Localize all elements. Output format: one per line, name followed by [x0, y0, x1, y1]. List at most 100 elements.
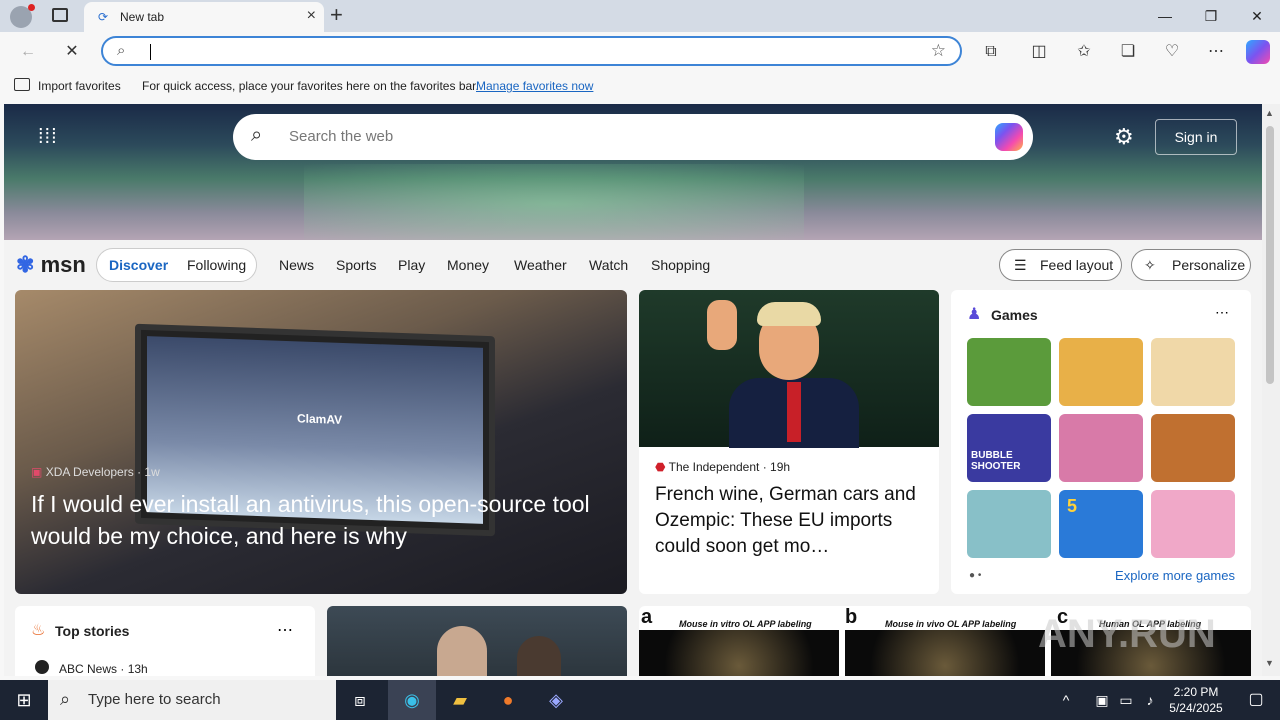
game-tile-1[interactable] — [967, 338, 1051, 406]
web-search-box[interactable]: ⌕ Search the web — [233, 114, 1033, 160]
tab-actions-icon[interactable] — [52, 8, 68, 22]
copilot-icon[interactable] — [995, 123, 1023, 151]
restore-button[interactable]: ❐ — [1188, 0, 1234, 32]
stop-loading-icon[interactable]: ✕ — [60, 40, 84, 64]
edge-icon[interactable]: ◉ — [388, 680, 436, 720]
nav-play[interactable]: Play — [398, 257, 425, 273]
firefox-icon[interactable]: ● — [484, 680, 532, 720]
scroll-thumb[interactable] — [1266, 126, 1274, 384]
person-image — [437, 626, 487, 676]
favorites-icon[interactable]: ✩ — [1072, 40, 1096, 64]
person-tie — [787, 382, 801, 442]
import-favorites-button[interactable]: Import favorites — [38, 79, 121, 93]
nav-watch[interactable]: Watch — [589, 257, 628, 273]
taskbar-search[interactable]: ⌕ Type here to search — [48, 680, 336, 720]
taskbar-search-placeholder: Type here to search — [88, 691, 221, 708]
browser-essentials-icon[interactable]: ♡ — [1160, 40, 1184, 64]
game-tile-4[interactable]: BUBBLE SHOOTER — [967, 414, 1051, 482]
sliders-icon: ☰ — [1014, 257, 1027, 273]
story-image — [639, 290, 939, 448]
copilot-icon[interactable] — [1246, 40, 1270, 64]
text-cursor — [150, 44, 151, 60]
game-tile-8[interactable]: 5 — [1059, 490, 1143, 558]
feed-layout-button[interactable]: ☰ Feed layout — [999, 249, 1122, 281]
main-story-card[interactable]: ClamAV ▣ XDA Developers · 1w If I would … — [15, 290, 627, 594]
search-icon: ⌕ — [60, 689, 71, 709]
panel-label-b: b — [845, 606, 858, 628]
micrograph-b — [845, 630, 1045, 676]
start-windows-icon[interactable]: ⊞ — [0, 680, 48, 720]
nav-news[interactable]: News — [279, 257, 314, 273]
minimize-button[interactable]: — — [1142, 0, 1188, 32]
device-icon[interactable]: ▣ — [1090, 680, 1114, 720]
navigation-bar: ← ✕ ⌕ ☆ ⧉ ◫ ✩ ❏ ♡ ⋯ — [0, 32, 1280, 72]
games-title: Games — [991, 307, 1038, 323]
msn-nav: ✾ msn Discover Following News Sports Pla… — [4, 240, 1262, 290]
story-source: ⬣ The Independent · 19h — [655, 460, 791, 474]
micrograph-a — [639, 630, 839, 676]
loading-icon: ⟳ — [98, 10, 109, 24]
notifications-icon[interactable]: ▢ — [1232, 680, 1280, 720]
vpn-app-icon[interactable]: ◈ — [532, 680, 580, 720]
back-icon[interactable]: ← — [16, 40, 40, 64]
import-favorites-icon[interactable] — [14, 78, 30, 91]
story-age: 19h — [770, 460, 791, 474]
scroll-up-icon[interactable]: ▲ — [1265, 108, 1274, 118]
main-headline[interactable]: If I would ever install an antivirus, th… — [31, 488, 611, 552]
extensions-icon[interactable]: ⧉ — [979, 40, 1003, 64]
source-logo-icon: ▣ — [31, 465, 43, 479]
personalize-label: Personalize — [1172, 257, 1246, 273]
story-source: ABC News · 13h — [59, 662, 148, 676]
game-tile-3[interactable] — [1151, 338, 1235, 406]
settings-gear-icon[interactable]: ⚙ — [1114, 124, 1134, 150]
more-icon[interactable]: ⋯ — [1215, 304, 1229, 321]
second-headline[interactable]: French wine, German cars and Ozempic: Th… — [655, 482, 927, 560]
nav-shopping[interactable]: Shopping — [651, 257, 710, 273]
more-options-icon[interactable]: ⋯ — [1204, 40, 1228, 64]
scroll-down-icon[interactable]: ▼ — [1265, 658, 1274, 668]
manage-favorites-link[interactable]: Manage favorites now — [476, 79, 593, 93]
page-scrollbar[interactable]: ▲ ▼ — [1262, 104, 1280, 676]
game-tile-2[interactable] — [1059, 338, 1143, 406]
split-screen-icon[interactable]: ◫ — [1027, 40, 1051, 64]
close-tab-icon[interactable]: × — [307, 7, 316, 25]
network-icon[interactable]: ▭ — [1114, 680, 1138, 720]
abc-logo-icon — [35, 660, 49, 674]
sign-in-button[interactable]: Sign in — [1155, 119, 1237, 155]
favorite-star-icon[interactable]: ☆ — [931, 41, 946, 61]
msn-logo[interactable]: ✾ msn — [16, 252, 86, 278]
pager-dots[interactable]: ● • — [969, 570, 981, 581]
collections-icon[interactable]: ❏ — [1116, 40, 1140, 64]
personalize-button[interactable]: ✧ Personalize — [1131, 249, 1251, 281]
show-hidden-icons[interactable]: ^ — [1054, 680, 1078, 720]
panel-caption-b: Mouse in vivo OL APP labeling — [885, 619, 1017, 629]
second-story-card[interactable]: ⬣ The Independent · 19h French wine, Ger… — [639, 290, 939, 594]
game-tile-5[interactable] — [1059, 414, 1143, 482]
address-bar[interactable]: ⌕ ☆ — [101, 36, 962, 66]
apps-launcher-icon[interactable]: ⁞⁞⁞ — [38, 126, 58, 149]
nav-sports[interactable]: Sports — [336, 257, 376, 273]
file-explorer-icon[interactable]: ▰ — [436, 680, 484, 720]
close-window-button[interactable]: ✕ — [1234, 0, 1280, 32]
clamav-logo: ClamAV — [297, 411, 343, 427]
story-image-card[interactable] — [327, 606, 627, 676]
tab-new-tab[interactable]: ⟳ New tab × — [84, 2, 324, 32]
new-tab-button[interactable]: + — [330, 2, 343, 28]
tab-following[interactable]: Following — [187, 257, 246, 273]
system-clock[interactable]: 2:20 PM 5/24/2025 — [1164, 684, 1228, 716]
game-tile-7[interactable] — [967, 490, 1051, 558]
top-stories-card: ♨ Top stories ⋯ ABC News · 13h — [15, 606, 315, 676]
explore-games-link[interactable]: Explore more games — [1115, 568, 1235, 583]
nav-weather[interactable]: Weather — [514, 257, 567, 273]
games-icon: ♟ — [967, 306, 982, 323]
nav-money[interactable]: Money — [447, 257, 489, 273]
search-icon: ⌕ — [117, 42, 126, 59]
tab-discover[interactable]: Discover — [109, 257, 168, 273]
game-tile-6[interactable] — [1151, 414, 1235, 482]
volume-icon[interactable]: ♪ — [1138, 680, 1162, 720]
favorites-bar: Import favorites For quick access, place… — [0, 72, 1280, 100]
source-name: ABC News — [59, 662, 118, 676]
more-icon[interactable]: ⋯ — [277, 620, 293, 640]
task-view-icon[interactable]: ⧈ — [336, 680, 384, 720]
game-tile-9[interactable] — [1151, 490, 1235, 558]
